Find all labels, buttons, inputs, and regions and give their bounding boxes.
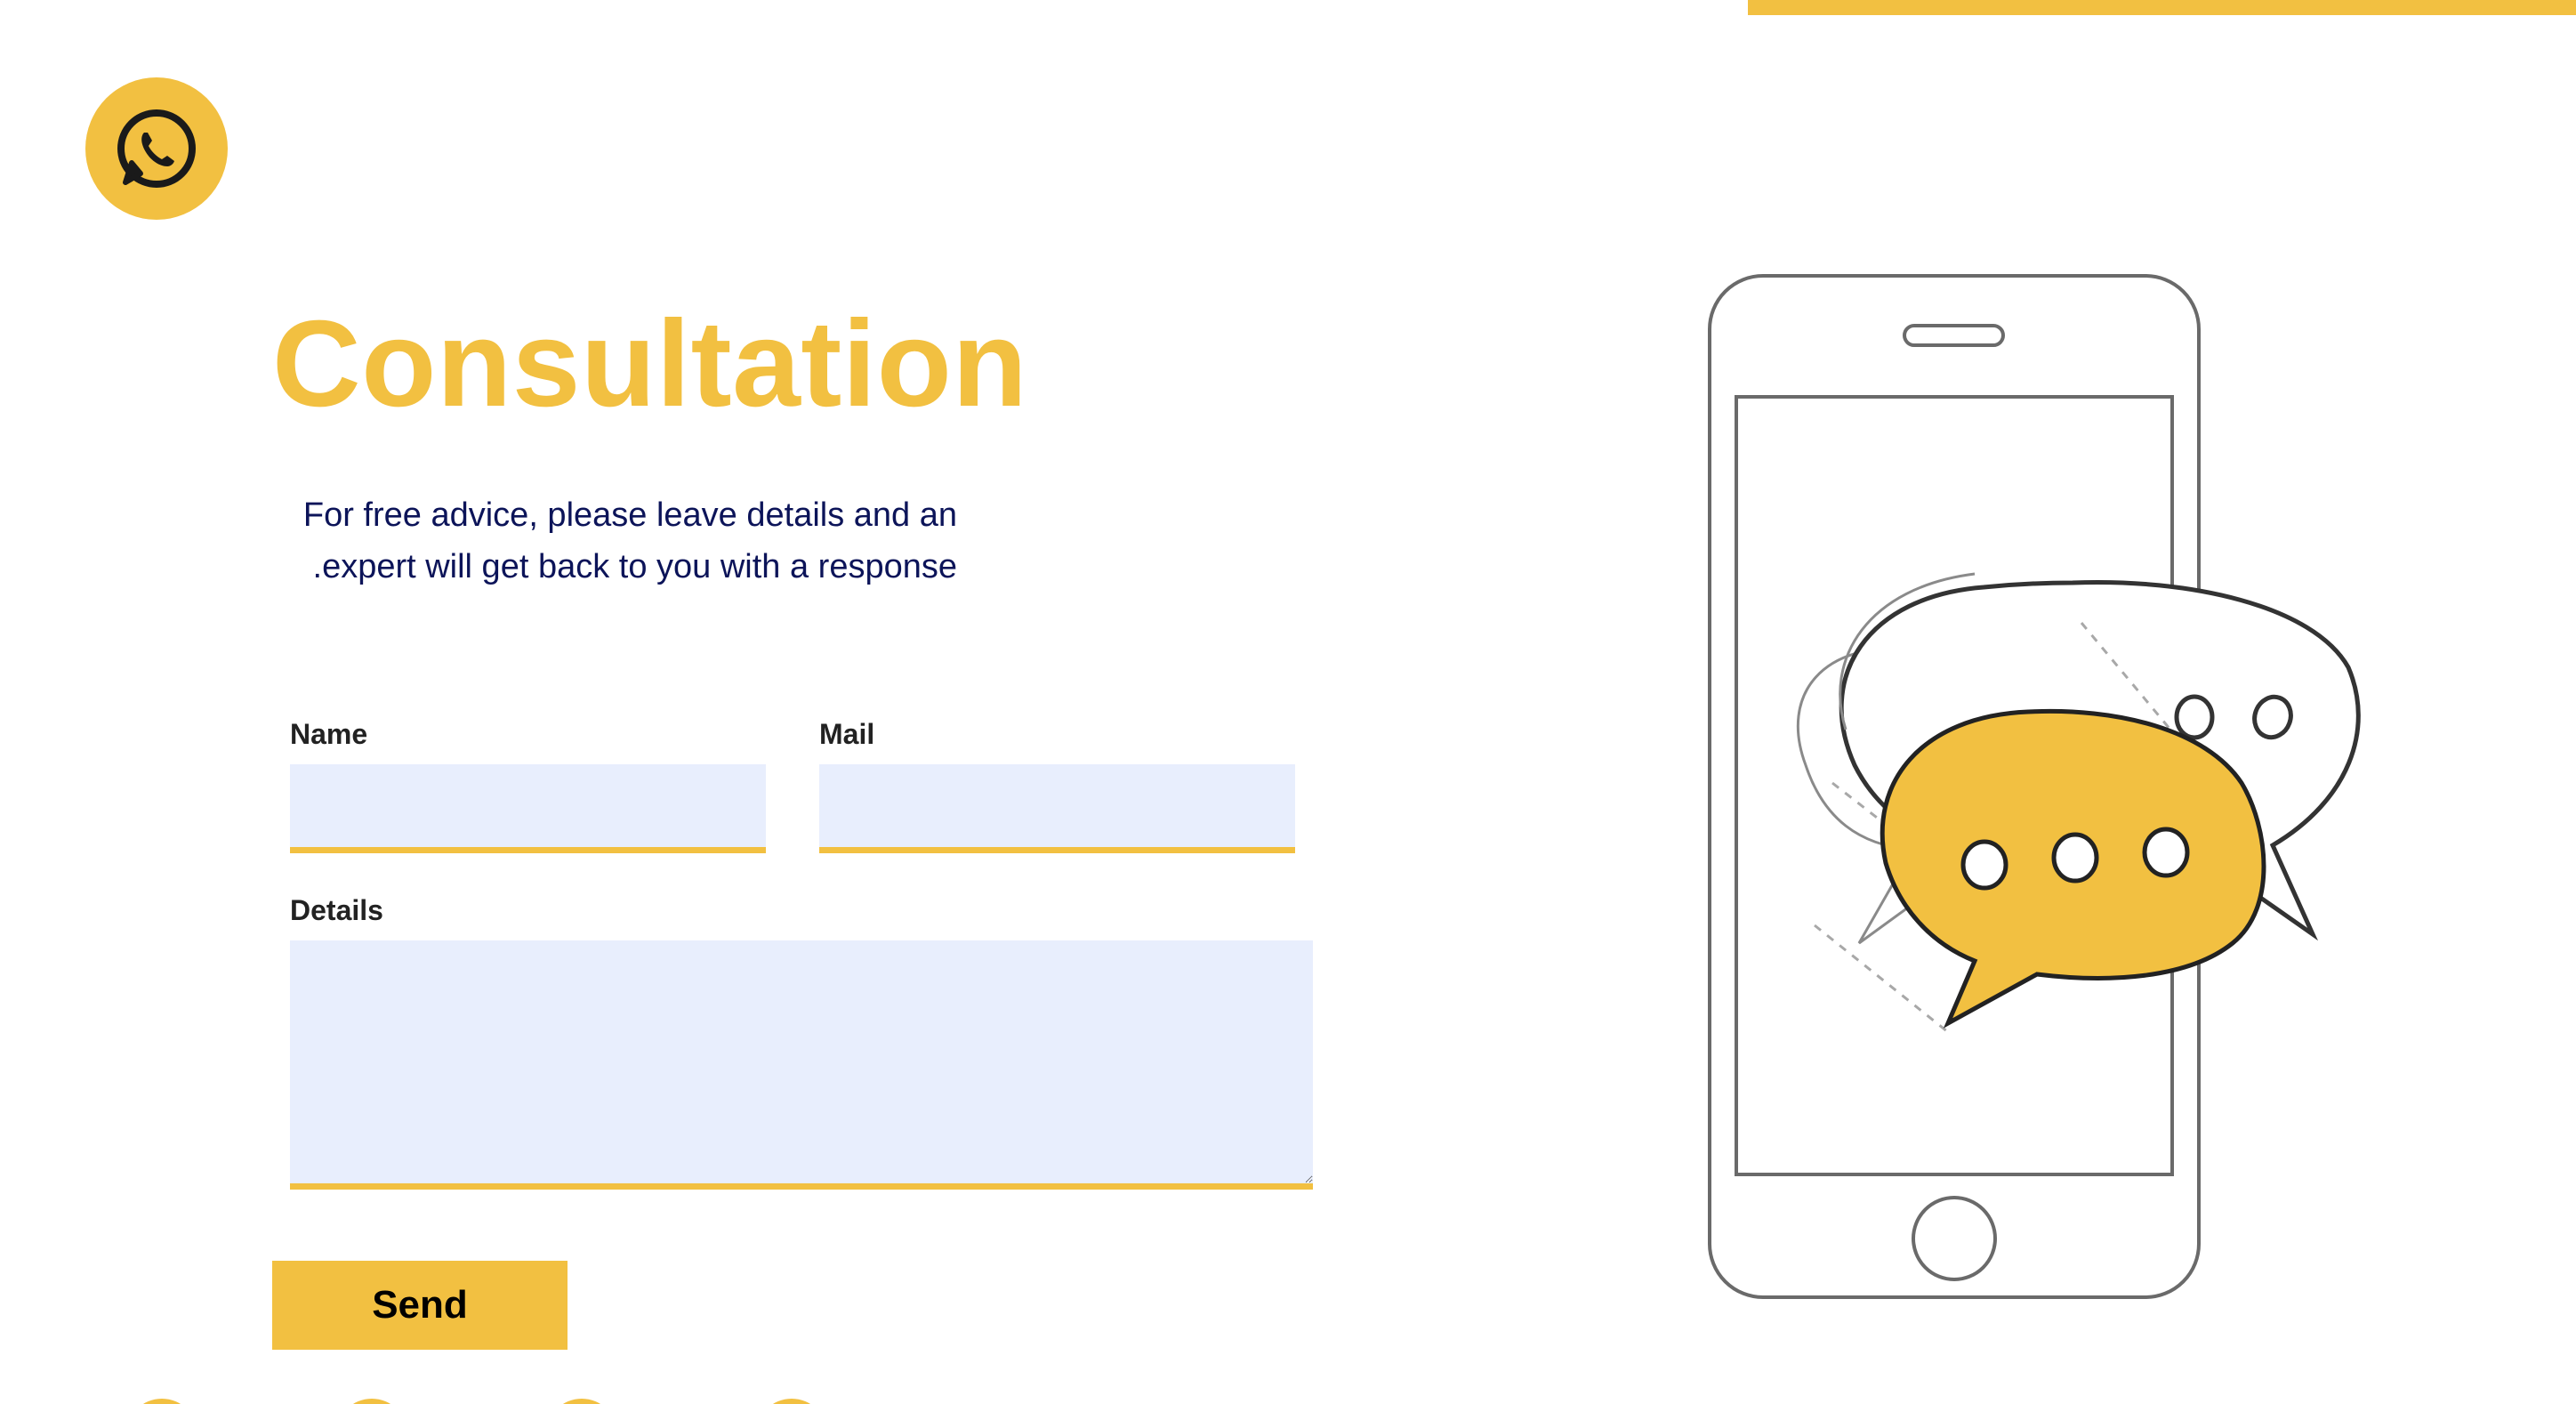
social-icon[interactable]	[546, 1399, 617, 1404]
mail-input[interactable]	[819, 764, 1295, 853]
details-textarea[interactable]	[290, 940, 1313, 1190]
social-icon[interactable]	[756, 1399, 827, 1404]
top-accent-bar	[1748, 0, 2576, 15]
social-icon[interactable]	[126, 1399, 197, 1404]
send-button[interactable]: Send	[272, 1261, 568, 1350]
yellow-chat-bubble	[1880, 708, 2266, 1029]
whatsapp-icon	[117, 109, 196, 188]
name-input[interactable]	[290, 764, 766, 853]
social-icons-row	[0, 1395, 890, 1404]
whatsapp-button[interactable]	[85, 77, 228, 220]
phone-chat-illustration	[1708, 274, 2361, 1299]
intro-text: For free advice, please leave details an…	[302, 496, 957, 585]
social-icon[interactable]	[336, 1399, 407, 1404]
details-label: Details	[290, 894, 383, 926]
mail-label: Mail	[819, 718, 875, 750]
page-title: Consultation	[272, 295, 1028, 432]
name-label: Name	[290, 718, 368, 750]
